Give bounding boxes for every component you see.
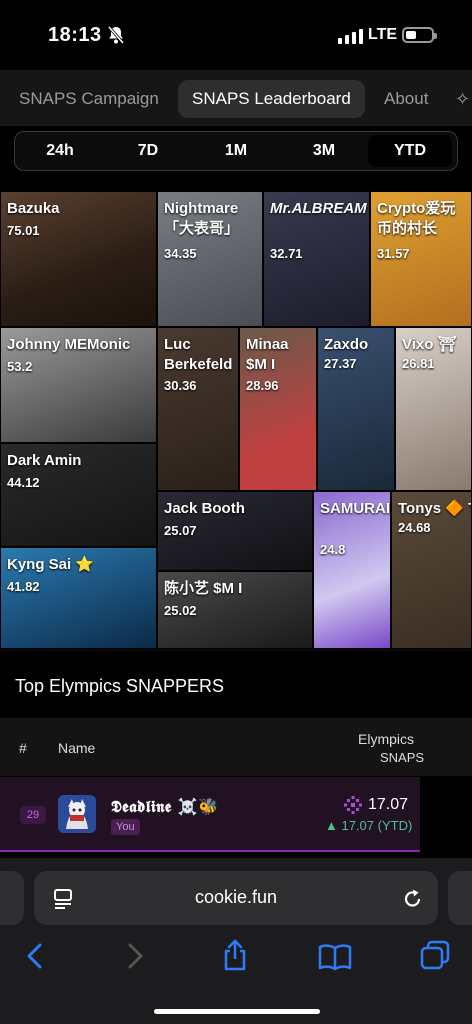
tile-name: Nightmare 「大表哥」 [164, 200, 240, 237]
battery-icon [402, 27, 437, 43]
row-username: 𝕯𝖊𝖆𝖉𝖑𝖎𝖓𝖊 ☠️🐝 [111, 797, 219, 816]
tile-score: 34.35 [164, 246, 197, 261]
sparkle-icon[interactable]: ✧ [455, 80, 470, 118]
snaps-icon [344, 796, 362, 814]
tile-score: 30.36 [164, 378, 197, 393]
row-ytd-change: ▲ 17.07 (YTD) [325, 818, 413, 833]
tile-name: Minaa $M I [246, 336, 289, 373]
tile-score: 25.02 [164, 603, 197, 618]
rank-badge: 29 [20, 806, 46, 824]
mosaic-tile[interactable]: Bazuka 75.01 [0, 191, 157, 327]
mosaic-tile[interactable]: SAMURAI 24.8 [313, 491, 391, 649]
tile-name: 陈小艺 $M I [164, 580, 243, 597]
column-header-snaps: Elympics [358, 731, 415, 747]
tile-name: Tonys 🔶 Tu [398, 500, 471, 517]
column-header-name: Name [58, 740, 96, 756]
section-title: Top Elympics SNAPPERS [15, 676, 225, 696]
bell-muted-icon [106, 25, 126, 50]
tile-score: 27.37 [324, 356, 357, 371]
mosaic-tile[interactable]: Minaa $M I 28.96 [239, 327, 317, 491]
tile-name: SAMURAI [320, 500, 390, 517]
tile-score: 32.71 [270, 246, 303, 261]
tile-name: Bazuka [7, 200, 60, 217]
mosaic-tile[interactable]: Crypto爱玩 币的村长 31.57 [370, 191, 472, 327]
leaderboard-mosaic: Bazuka 75.01 Nightmare 「大表哥」 34.35 Mr.AL… [0, 191, 472, 651]
mosaic-tile[interactable]: Nightmare 「大表哥」 34.35 [157, 191, 263, 327]
mosaic-tile[interactable]: Luc Berkefeld 30.36 [157, 327, 239, 491]
tile-score: 28.96 [246, 378, 279, 393]
mosaic-tile[interactable]: Kyng Sai ⭐ 41.82 [0, 547, 157, 649]
tile-score: 75.01 [7, 223, 40, 238]
bookmarks-icon[interactable] [318, 943, 352, 976]
forward-icon[interactable] [124, 942, 146, 975]
period-24h[interactable]: 24h [18, 135, 102, 167]
mosaic-tile[interactable]: Dark Amin 44.12 [0, 443, 157, 547]
mosaic-tile[interactable]: Tonys 🔶 Tu 24.68 [391, 491, 472, 649]
tile-name: Luc Berkefeld [164, 336, 233, 373]
period-3m[interactable]: 3M [282, 135, 366, 167]
avatar [58, 795, 96, 833]
tile-name: Kyng Sai ⭐ [7, 556, 95, 573]
tab-about[interactable]: About [384, 80, 428, 118]
tabs-icon[interactable] [420, 940, 450, 975]
tile-name: Vixo ⛩ [402, 336, 457, 353]
signal-icon [338, 28, 363, 44]
share-icon[interactable] [221, 939, 249, 976]
period-7d[interactable]: 7D [106, 135, 190, 167]
tile-name: Zaxdo [324, 336, 369, 353]
period-ytd[interactable]: YTD [368, 135, 452, 167]
status-time: 18:13 [48, 24, 102, 46]
column-header-snaps-unit: SNAPS [380, 750, 425, 765]
reload-icon[interactable] [402, 888, 424, 915]
mosaic-tile[interactable]: Jack Booth 25.07 [157, 491, 313, 571]
tile-score: 24.8 [320, 542, 346, 557]
you-badge: You [111, 819, 140, 835]
home-indicator [154, 1009, 320, 1014]
tile-score: 41.82 [7, 579, 40, 594]
tile-name: Johnny MEMonic [7, 336, 131, 353]
period-1m[interactable]: 1M [194, 135, 278, 167]
mosaic-tile[interactable]: Mr.ALBREAM 32.71 [263, 191, 370, 327]
tab-snaps-leaderboard[interactable]: SNAPS Leaderboard [178, 80, 365, 118]
tab-snaps-campaign[interactable]: SNAPS Campaign [19, 80, 159, 118]
back-icon[interactable] [24, 942, 46, 975]
mosaic-tile[interactable]: Johnny MEMonic 53.2 [0, 327, 157, 443]
tile-score: 44.12 [7, 475, 40, 490]
column-header-rank: # [19, 740, 27, 756]
mosaic-tile[interactable]: Vixo ⛩ 26.81 [395, 327, 472, 491]
tile-name: Mr.ALBREAM [270, 200, 367, 217]
tile-name: Dark Amin [7, 452, 82, 469]
tile-name: Jack Booth [164, 500, 245, 517]
tile-score: 24.68 [398, 520, 431, 535]
network-type: LTE [368, 26, 398, 43]
row-snaps: 17.07 [344, 796, 408, 814]
tile-name: Crypto爱玩 币的村长 [377, 200, 456, 237]
row-snaps-value: 17.07 [368, 796, 409, 813]
tile-score: 31.57 [377, 246, 410, 261]
mosaic-tile[interactable]: 陈小艺 $M I 25.02 [157, 571, 313, 649]
mosaic-tile[interactable]: Zaxdo 27.37 [317, 327, 395, 491]
tile-score: 53.2 [7, 359, 33, 374]
tile-score: 25.07 [164, 523, 197, 538]
tile-score: 26.81 [402, 356, 435, 371]
